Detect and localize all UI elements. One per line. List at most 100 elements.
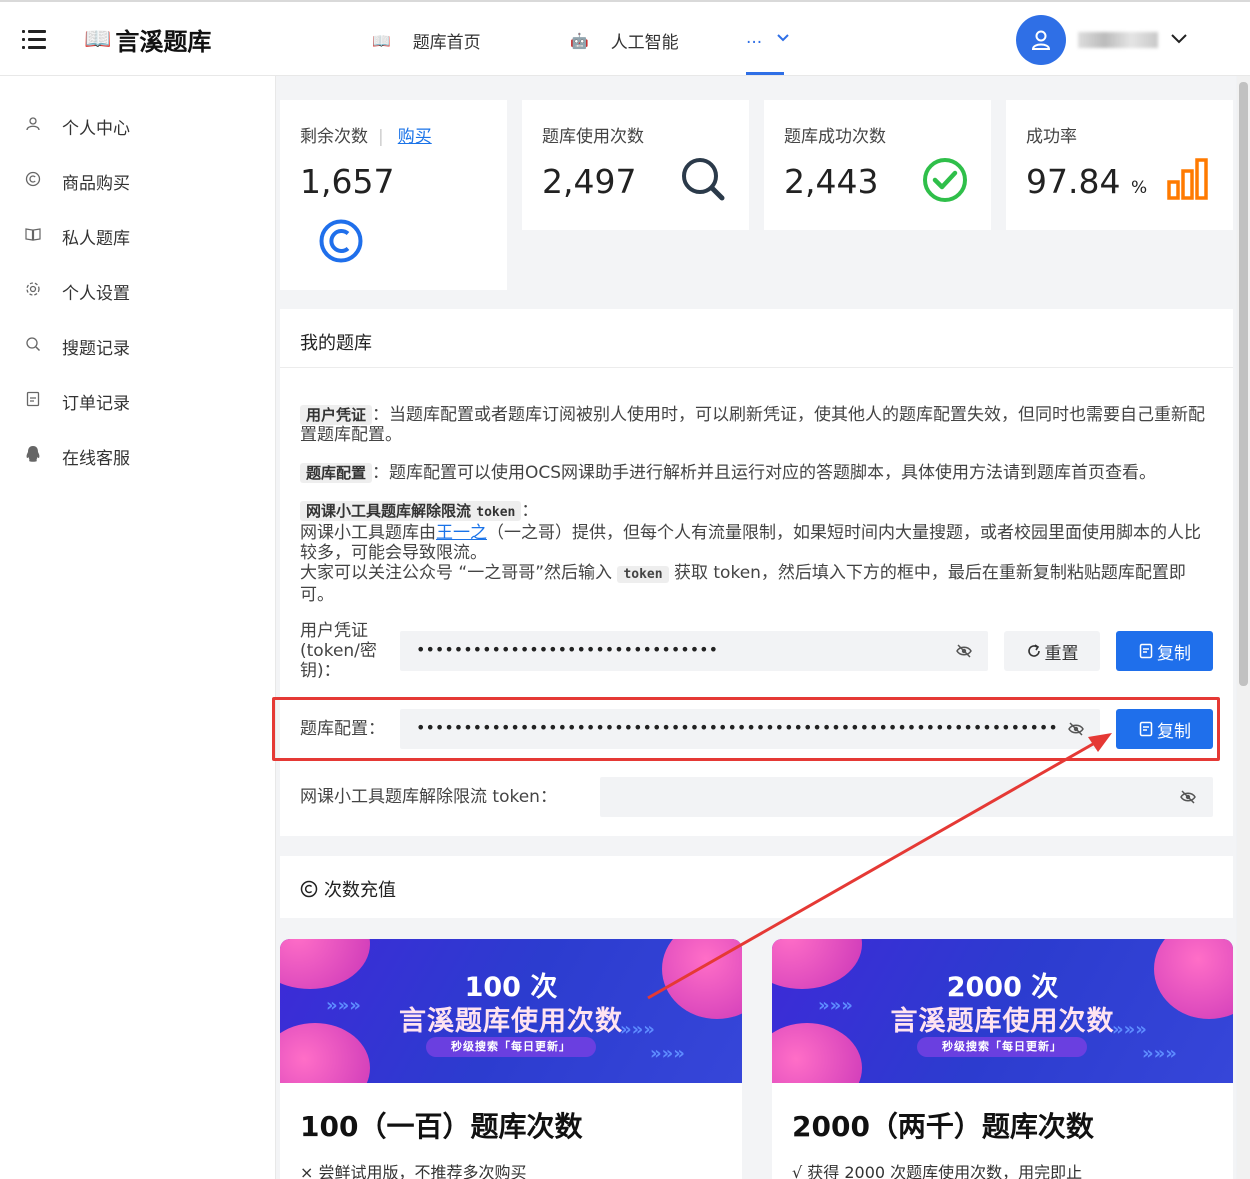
section-title: 我的题库 bbox=[300, 333, 372, 354]
stat-value: 2,497 bbox=[542, 162, 637, 201]
paragraph-text: ：当题库配置或者题库订阅被别人使用时，可以刷新凭证，使其他人的题库配置失效，但同… bbox=[300, 405, 1206, 445]
sidebar-item-orders[interactable]: 订单记录 bbox=[24, 389, 130, 414]
scrollbar[interactable] bbox=[1237, 76, 1250, 1179]
banner-pill: 秒级搜索「每日更新」 bbox=[917, 1037, 1087, 1057]
check-circle-icon bbox=[923, 158, 967, 202]
nav-home[interactable]: 📖 题库首页 bbox=[372, 28, 481, 54]
sidebar-item-support[interactable]: 在线客服 bbox=[24, 444, 130, 469]
stat-value-wrap: 97.84 % bbox=[1026, 162, 1147, 201]
info-paragraph-token: 用户凭证 ：当题库配置或者题库订阅被别人使用时，可以刷新凭证，使其他人的题库配置失… bbox=[300, 405, 1212, 445]
refresh-icon bbox=[1027, 644, 1040, 657]
divider bbox=[280, 367, 1233, 368]
code-tag: 网课小工具题库解除限流 token bbox=[300, 501, 522, 521]
bar-chart-icon bbox=[1167, 158, 1208, 200]
product-card[interactable]: »»» »»» »»» 2000 次 言溪题库使用次数 秒级搜索「每日更新」 2… bbox=[772, 939, 1233, 1179]
paragraph-text: 网课小工具题库由 bbox=[300, 523, 436, 543]
code-tag-text: 网课小工具题库解除限流 bbox=[306, 502, 472, 520]
recharge-title: 次数充值 bbox=[300, 876, 396, 902]
top-bar: 📖 言溪题库 📖 题库首页 🤖 人工智能 ... bbox=[0, 0, 1250, 76]
limit-token-field[interactable] bbox=[600, 777, 1213, 817]
copy-button-label: 复制 bbox=[1157, 643, 1191, 664]
nav-ai[interactable]: 🤖 人工智能 bbox=[570, 28, 679, 54]
product-subtitle: × 尝鲜试用版，不推荐多次购买 bbox=[300, 1163, 527, 1179]
banner-pill: 秒级搜索「每日更新」 bbox=[426, 1037, 596, 1057]
stat-label: 题库成功次数 bbox=[784, 127, 886, 147]
author-link[interactable]: 王一之 bbox=[436, 523, 487, 543]
stat-card-remaining: 剩余次数 | 购买 1,657 bbox=[280, 100, 507, 290]
stat-card-success: 题库成功次数 2,443 bbox=[764, 100, 991, 230]
sidebar-item-label: 搜题记录 bbox=[62, 338, 130, 359]
arrows-decor-icon: »»» bbox=[1142, 1043, 1177, 1064]
sidebar-item-label: 订单记录 bbox=[62, 393, 130, 414]
sidebar-item-label: 个人设置 bbox=[62, 283, 130, 304]
sidebar-item-private-bank[interactable]: 私人题库 bbox=[24, 224, 130, 249]
chevron-down-icon[interactable] bbox=[1170, 32, 1188, 46]
reset-button[interactable]: 重置 bbox=[1004, 631, 1100, 671]
stat-label: 题库使用次数 bbox=[542, 127, 644, 147]
eye-off-icon[interactable] bbox=[1180, 789, 1196, 805]
product-banner: »»» »»» »»» 100 次 言溪题库使用次数 秒级搜索「每日更新」 bbox=[280, 939, 742, 1083]
stat-value: 2,443 bbox=[784, 162, 879, 201]
token-field-value: •••••••••••••••••••••••••••••••• bbox=[416, 640, 718, 659]
nav-more-label: ... bbox=[746, 28, 763, 48]
sidebar-item-profile[interactable]: 个人中心 bbox=[24, 114, 130, 139]
stat-label: 成功率 bbox=[1026, 127, 1077, 147]
sidebar-item-shop[interactable]: 商品购买 bbox=[24, 169, 130, 194]
product-subtitle: √ 获得 2000 次题库使用次数，用完即止 bbox=[792, 1163, 1083, 1179]
sidebar-item-settings[interactable]: 个人设置 bbox=[24, 279, 130, 304]
divider: | bbox=[378, 127, 384, 147]
code-tag: 用户凭证 bbox=[300, 405, 373, 425]
stat-value: 1,657 bbox=[300, 162, 395, 201]
book-icon bbox=[24, 226, 42, 246]
stat-card-rate: 成功率 97.84 % bbox=[1006, 100, 1233, 230]
stat-unit: % bbox=[1130, 178, 1148, 198]
copy-icon bbox=[1139, 643, 1153, 659]
username-blurred[interactable] bbox=[1078, 32, 1158, 48]
scrollbar-thumb[interactable] bbox=[1239, 82, 1248, 686]
sidebar-item-search-history[interactable]: 搜题记录 bbox=[24, 334, 130, 359]
nav-active-indicator bbox=[746, 72, 784, 75]
reset-button-label: 重置 bbox=[1044, 643, 1079, 664]
product-title: 100（一百）题库次数 bbox=[300, 1110, 583, 1143]
chevron-down-icon bbox=[776, 34, 789, 42]
arrows-decor-icon: »»» bbox=[650, 1043, 685, 1064]
product-title: 2000（两千）题库次数 bbox=[792, 1110, 1094, 1143]
paragraph-text: 大家可以关注公众号 “一之哥哥”然后输入 bbox=[300, 563, 613, 583]
robot-icon: 🤖 bbox=[570, 31, 589, 50]
sidebar-item-label: 个人中心 bbox=[62, 118, 130, 139]
sidebar-item-label: 私人题库 bbox=[62, 228, 130, 249]
user-icon bbox=[1031, 30, 1051, 50]
paragraph-text: ： bbox=[521, 501, 539, 521]
info-paragraph-config: 题库配置 ：题库配置可以使用OCS网课助手进行解析并且运行对应的答题脚本，具体使用… bbox=[300, 463, 1212, 483]
token-field[interactable]: •••••••••••••••••••••••••••••••• bbox=[400, 631, 988, 671]
document-icon bbox=[24, 391, 42, 411]
book-icon: 📖 bbox=[84, 27, 112, 52]
avatar[interactable] bbox=[1016, 15, 1066, 65]
buy-link[interactable]: 购买 bbox=[398, 127, 432, 147]
logo-text: 言溪题库 bbox=[115, 28, 212, 56]
stat-label-text: 剩余次数 bbox=[300, 127, 368, 147]
section-title: 次数充值 bbox=[324, 880, 396, 901]
nav-more[interactable]: ... bbox=[746, 28, 790, 48]
banner-title: 言溪题库使用次数 bbox=[890, 1006, 1115, 1037]
main-content: 剩余次数 | 购买 1,657 题库使用次数 2,497 题库成功次数 2,443 … bbox=[276, 76, 1236, 1179]
sidebar-item-label: 在线客服 bbox=[62, 448, 130, 469]
nav-ai-label: 人工智能 bbox=[610, 33, 679, 53]
sidebar-item-label: 商品购买 bbox=[62, 173, 130, 194]
product-card[interactable]: »»» »»» »»» 100 次 言溪题库使用次数 秒级搜索「每日更新」 10… bbox=[280, 939, 742, 1179]
copy-token-button[interactable]: 复制 bbox=[1116, 631, 1213, 671]
gear-icon bbox=[24, 281, 42, 301]
limit-token-label: 网课小工具题库解除限流 token： bbox=[300, 787, 557, 807]
annotation-highlight-box bbox=[272, 697, 1220, 761]
stat-card-usage: 题库使用次数 2,497 bbox=[522, 100, 749, 230]
book-icon: 📖 bbox=[372, 31, 391, 50]
code-tag: 题库配置 bbox=[300, 463, 373, 483]
product-body: 2000（两千）题库次数 √ 获得 2000 次题库使用次数，用完即止 bbox=[772, 1083, 1233, 1179]
eye-off-icon[interactable] bbox=[956, 643, 972, 659]
banner-title: 言溪题库使用次数 bbox=[399, 1006, 623, 1037]
copyright-icon bbox=[24, 171, 42, 191]
site-logo[interactable]: 📖 言溪题库 bbox=[84, 22, 211, 57]
menu-icon[interactable] bbox=[22, 30, 46, 50]
code-tag: token bbox=[617, 566, 669, 583]
nav-home-label: 题库首页 bbox=[412, 33, 481, 53]
